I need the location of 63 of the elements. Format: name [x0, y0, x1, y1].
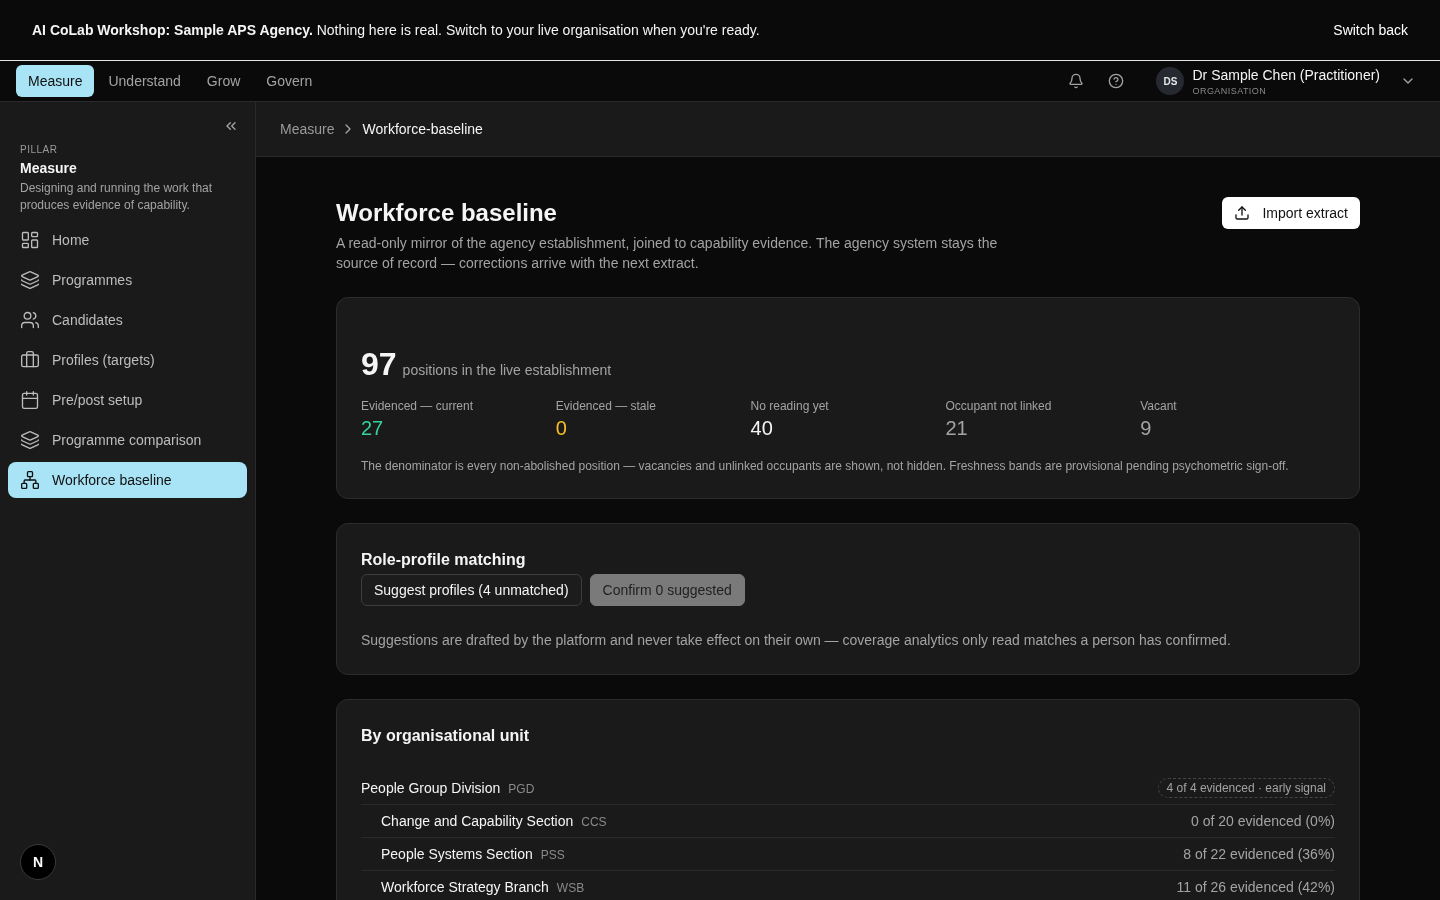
upload-icon — [1234, 205, 1251, 221]
sidebar-item[interactable]: Workforce baseline — [8, 462, 247, 498]
nav-tab[interactable]: Grow — [194, 65, 253, 97]
calendar-icon — [20, 390, 40, 410]
sidebar-item[interactable]: Programme comparison — [8, 422, 247, 458]
layers-icon — [20, 430, 40, 450]
stat-label: Evidenced — stale — [555, 398, 657, 414]
total-label: positions in the live establishment — [402, 361, 612, 380]
breadcrumb-link[interactable]: Measure — [280, 119, 335, 139]
total-positions: 97 — [361, 346, 397, 382]
nav-tab[interactable]: Govern — [254, 65, 325, 97]
switch-back-button[interactable]: Switch back — [1333, 20, 1408, 40]
evidence-summary: 11 of 26 evidenced (42%) — [1176, 878, 1335, 897]
pillar-description: Designing and running the work that produces evidence of capability. — [20, 180, 214, 214]
units-title: By organisational unit — [361, 726, 530, 746]
layers-icon — [20, 270, 40, 290]
unit-code: PSS — [540, 847, 565, 863]
notifications-icon[interactable] — [1068, 73, 1085, 89]
stat-value: 0 — [555, 416, 567, 441]
dev-badge[interactable]: N — [20, 844, 56, 880]
matching-title: Role-profile matching — [361, 550, 527, 570]
breadcrumb-link[interactable]: Workforce-baseline — [362, 119, 483, 139]
stat-label: Vacant — [1140, 398, 1178, 414]
page-title: Workforce baseline — [336, 198, 558, 228]
unit-name: Change and Capability Section — [381, 812, 574, 831]
briefcase-icon — [20, 350, 40, 370]
page-description: A read-only mirror of the agency establishment, joined to capability evidence. The agency system stays the source of record — corrections arrive with the next extract. — [336, 234, 999, 273]
unit-name: Workforce Strategy Branch — [381, 878, 549, 897]
stat-value: 9 — [1140, 416, 1152, 441]
stat-label: No reading yet — [750, 398, 830, 414]
sidebar-item[interactable]: Profiles (targets) — [8, 342, 247, 378]
banner-message: AI CoLab Workshop: Sample APS Agency. Nothing here is real. Switch to your live organisation when you're ready. — [32, 21, 760, 40]
import-extract-button[interactable]: Import extract — [1222, 197, 1360, 229]
user-role: ORGANISATION — [1192, 85, 1268, 97]
pillar-eyebrow: PILLAR — [20, 143, 59, 157]
pillar-title: Measure — [20, 159, 78, 178]
stat-label: Occupant not linked — [945, 398, 1053, 414]
sidebar-item[interactable]: Programmes — [8, 262, 247, 298]
unit-name: People Systems Section — [381, 845, 533, 864]
nav-tab[interactable]: Understand — [96, 65, 193, 97]
unit-code: PGD — [508, 781, 535, 797]
evidence-summary: 8 of 22 evidenced (36%) — [1183, 845, 1335, 864]
user-name: Dr Sample Chen (Practitioner) — [1192, 66, 1380, 85]
matching-note: Suggestions are drafted by the platform and never take effect on their own — coverage analytics only read matches a person has confirmed. — [361, 631, 1232, 650]
help-icon[interactable] — [1108, 73, 1125, 89]
dashboard-icon — [20, 230, 40, 250]
unit-code: WSB — [556, 880, 585, 896]
stat-value: 27 — [361, 416, 384, 441]
suggest-profiles-button[interactable]: Suggest profiles (4 unmatched) — [361, 574, 582, 606]
stat-value: 21 — [945, 416, 968, 441]
users-icon — [20, 310, 40, 330]
unit-code: CCS — [581, 814, 607, 830]
summary-note: The denominator is every non-abolished position — vacancies and unlinked occupants are shown, not hidden. Freshness bands are provisional pending psychometric sign-off. — [361, 458, 1290, 474]
sidebar-item[interactable]: Pre/post setup — [8, 382, 247, 418]
sidebar-item[interactable]: Candidates — [8, 302, 247, 338]
sidebar-item[interactable]: Home — [8, 222, 247, 258]
stat-value: 40 — [750, 416, 773, 441]
org-chart-icon — [20, 470, 40, 490]
nav-tab[interactable]: Measure — [16, 65, 95, 97]
stat-label: Evidenced — current — [361, 398, 475, 414]
unit-name: People Group Division — [361, 779, 501, 798]
user-avatar[interactable]: DS — [1156, 67, 1185, 95]
evidence-summary: 0 of 20 evidenced (0%) — [1191, 812, 1335, 831]
